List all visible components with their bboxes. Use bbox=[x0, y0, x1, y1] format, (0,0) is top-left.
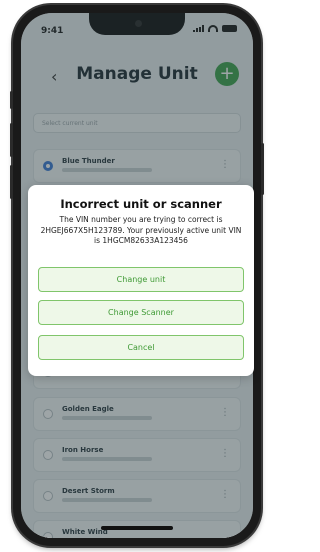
power-button bbox=[261, 143, 264, 195]
cancel-button[interactable]: Cancel bbox=[38, 335, 244, 360]
change-scanner-button[interactable]: Change Scanner bbox=[38, 300, 244, 325]
volume-up-button bbox=[10, 123, 13, 157]
mute-switch bbox=[10, 91, 13, 109]
volume-down-button bbox=[10, 165, 13, 199]
dialog-message: The VIN number you are trying to correct… bbox=[40, 215, 242, 245]
incorrect-unit-dialog: Incorrect unit or scanner The VIN number… bbox=[28, 185, 254, 376]
home-indicator bbox=[101, 526, 173, 530]
change-unit-button[interactable]: Change unit bbox=[38, 267, 244, 292]
dialog-title: Incorrect unit or scanner bbox=[60, 197, 222, 211]
